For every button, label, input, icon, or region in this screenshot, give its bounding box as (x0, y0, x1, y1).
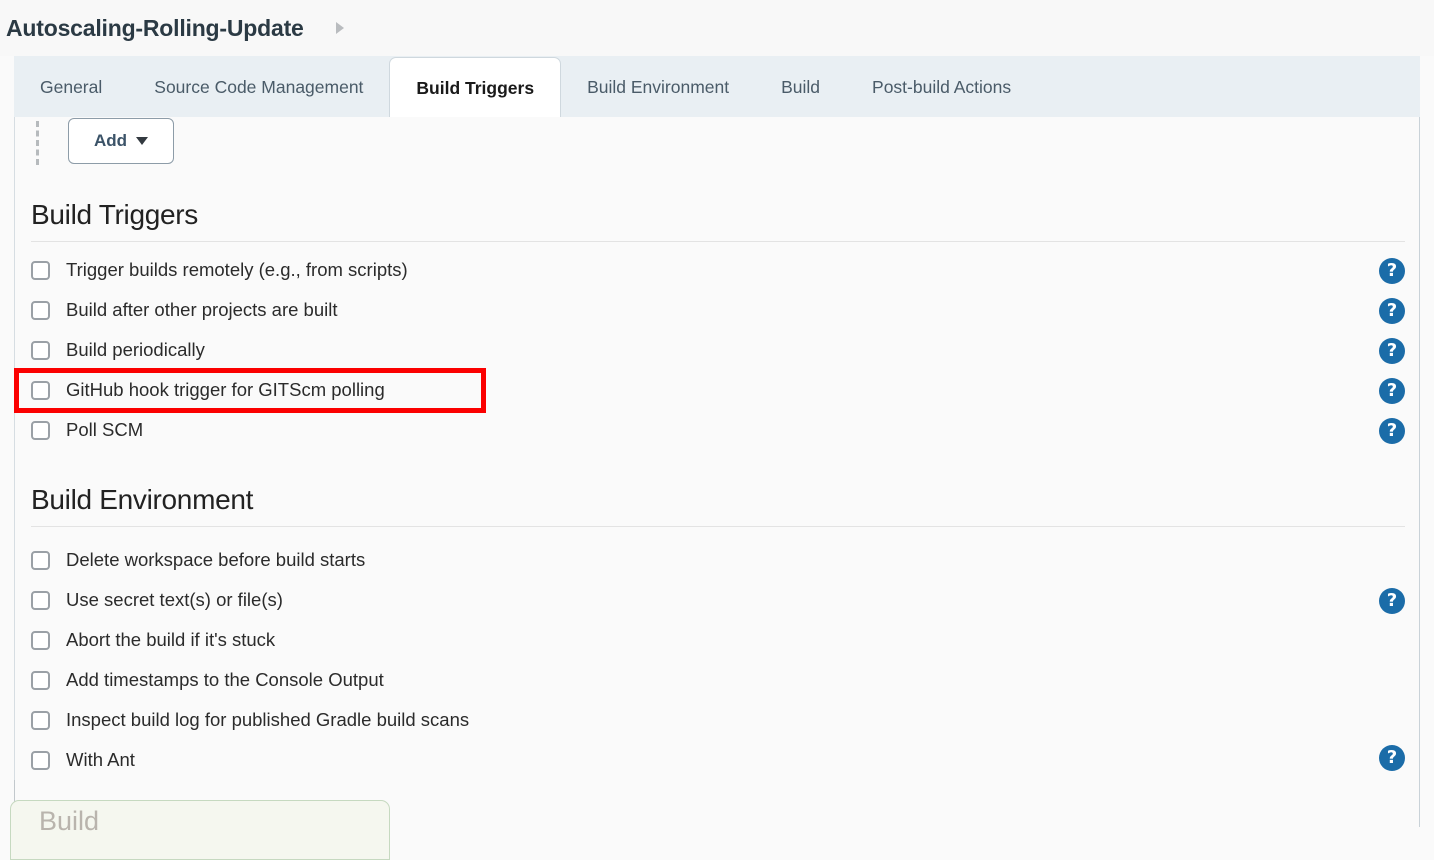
checkbox-row-use-secret-text[interactable]: Use secret text(s) or file(s) (31, 585, 283, 615)
checkbox-add-timestamps[interactable] (31, 670, 50, 690)
section-divider (31, 241, 1405, 242)
help-icon[interactable]: ? (1379, 258, 1405, 284)
breadcrumb: Autoscaling-Rolling-Update (0, 15, 344, 42)
checkbox-row-abort-build-stuck[interactable]: Abort the build if it's stuck (31, 625, 275, 655)
checkbox-delete-workspace[interactable] (31, 550, 50, 570)
build-section-title: Build (39, 806, 100, 836)
checkbox-trigger-builds-remotely[interactable] (31, 260, 50, 280)
tab-post-build-actions[interactable]: Post-build Actions (846, 56, 1037, 118)
add-button[interactable]: Add (68, 118, 174, 164)
checkbox-row-build-after-other-projects[interactable]: Build after other projects are built (31, 295, 337, 325)
checkbox-row-delete-workspace[interactable]: Delete workspace before build starts (31, 545, 365, 575)
checkbox-poll-scm[interactable] (31, 420, 50, 440)
checkbox-label[interactable]: Abort the build if it's stuck (66, 629, 275, 651)
checkbox-label[interactable]: Build after other projects are built (66, 299, 337, 321)
section-title-build-triggers: Build Triggers (31, 199, 198, 230)
caret-down-icon (136, 137, 149, 145)
checkbox-row-inspect-build-log[interactable]: Inspect build log for published Gradle b… (31, 705, 469, 735)
checkbox-build-periodically[interactable] (31, 340, 50, 360)
tab-build-environment[interactable]: Build Environment (561, 56, 755, 118)
section-divider (31, 526, 1405, 527)
checkbox-label[interactable]: Delete workspace before build starts (66, 549, 365, 571)
checkbox-label[interactable]: Trigger builds remotely (e.g., from scri… (66, 259, 408, 281)
add-trigger-row: Add (15, 117, 1419, 181)
help-icon[interactable]: ? (1379, 378, 1405, 404)
breadcrumb-job-name[interactable]: Autoscaling-Rolling-Update (6, 15, 304, 42)
checkbox-with-ant[interactable] (31, 750, 50, 770)
config-tab-bar: General Source Code Management Build Tri… (14, 56, 1420, 119)
app-header: Autoscaling-Rolling-Update (0, 0, 1434, 56)
tab-build[interactable]: Build (755, 56, 846, 118)
checkbox-label[interactable]: Use secret text(s) or file(s) (66, 589, 283, 611)
tab-source-code-management[interactable]: Source Code Management (128, 56, 389, 118)
checkbox-label[interactable]: With Ant (66, 749, 135, 771)
add-button-label: Add (93, 131, 128, 150)
build-section-block[interactable]: Build (10, 800, 390, 860)
checkbox-row-github-hook-trigger[interactable]: GitHub hook trigger for GITScm polling (31, 375, 385, 405)
checkbox-row-add-timestamps[interactable]: Add timestamps to the Console Output (31, 665, 384, 695)
checkbox-row-poll-scm[interactable]: Poll SCM (31, 415, 143, 445)
checkbox-use-secret-text[interactable] (31, 590, 50, 610)
help-icon[interactable]: ? (1379, 338, 1405, 364)
tab-general[interactable]: General (14, 56, 128, 118)
checkbox-label[interactable]: Poll SCM (66, 419, 143, 441)
checkbox-row-with-ant[interactable]: With Ant (31, 745, 135, 775)
checkbox-label[interactable]: Add timestamps to the Console Output (66, 669, 384, 691)
checkbox-row-build-periodically[interactable]: Build periodically (31, 335, 205, 365)
help-icon[interactable]: ? (1379, 418, 1405, 444)
checkbox-inspect-build-log[interactable] (31, 710, 50, 730)
checkbox-build-after-other-projects[interactable] (31, 300, 50, 320)
checkbox-abort-build-stuck[interactable] (31, 630, 50, 650)
config-panel: Add Build Triggers Trigger builds remote… (14, 117, 1420, 827)
help-icon[interactable]: ? (1379, 298, 1405, 324)
caret-right-icon[interactable] (335, 22, 344, 34)
help-icon[interactable]: ? (1379, 745, 1405, 771)
section-title-build-environment: Build Environment (31, 484, 254, 515)
help-icon[interactable]: ? (1379, 588, 1405, 614)
repeatable-rail (36, 121, 39, 165)
checkbox-label[interactable]: Build periodically (66, 339, 205, 361)
checkbox-label[interactable]: GitHub hook trigger for GITScm polling (66, 379, 385, 401)
tab-build-triggers[interactable]: Build Triggers (389, 57, 562, 119)
checkbox-row-trigger-builds-remotely[interactable]: Trigger builds remotely (e.g., from scri… (31, 255, 408, 285)
checkbox-label[interactable]: Inspect build log for published Gradle b… (66, 709, 469, 731)
checkbox-github-hook-trigger[interactable] (31, 380, 50, 400)
